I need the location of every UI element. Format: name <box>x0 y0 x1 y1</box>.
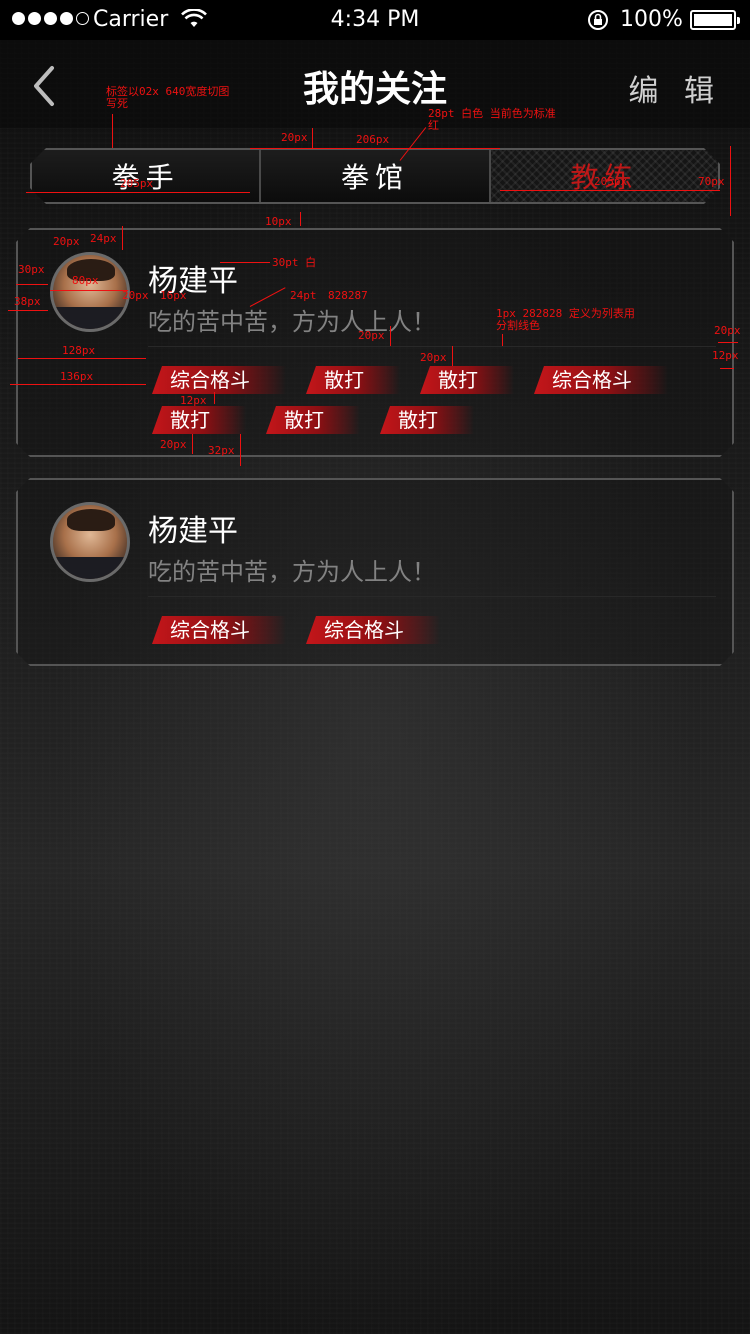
spec-note: 205px <box>594 175 628 188</box>
tag-mma[interactable]: 综合格斗 <box>152 366 286 394</box>
spec-note: 20px <box>358 329 385 342</box>
spec-line <box>122 226 123 250</box>
divider <box>148 346 716 347</box>
tab-boxers[interactable]: 拳手 <box>32 150 259 202</box>
spec-note: 10px <box>265 215 292 228</box>
spec-note: 206px <box>356 133 390 146</box>
spec-line <box>720 368 734 369</box>
battery-percentage: 100% <box>620 7 683 32</box>
spec-line <box>718 342 738 343</box>
spec-note: 32px <box>208 444 235 457</box>
rotation-lock-icon <box>588 10 608 30</box>
spec-note: 红 <box>428 119 439 132</box>
tag-sanda[interactable]: 散打 <box>152 406 246 434</box>
spec-note: 1px 282828 定义为列表用 <box>496 307 635 320</box>
coach-name: 杨建平 <box>148 514 238 549</box>
avatar <box>50 502 130 582</box>
spec-line <box>502 334 503 346</box>
spec-line <box>10 384 146 385</box>
spec-line <box>8 310 48 311</box>
divider <box>148 596 716 597</box>
spec-line <box>730 146 731 216</box>
spec-note: 20px <box>714 324 741 337</box>
spec-note: 70px <box>698 175 725 188</box>
spec-line <box>250 148 500 149</box>
coach-card[interactable]: 杨建平 吃的苦中苦，方为人上人！ 综合格斗 综合格斗 <box>16 478 734 666</box>
tag-mma[interactable]: 综合格斗 <box>306 616 440 644</box>
spec-note: 38px <box>14 295 41 308</box>
spec-line <box>452 346 453 366</box>
spec-note: 30pt 白 <box>272 256 317 269</box>
spec-line <box>300 212 301 226</box>
tag-mma[interactable]: 综合格斗 <box>534 366 668 394</box>
coach-motto: 吃的苦中苦，方为人上人！ <box>148 308 436 336</box>
spec-line <box>390 326 391 346</box>
spec-note: 20px <box>53 235 80 248</box>
coach-card[interactable]: 杨建平 吃的苦中苦，方为人上人！ 综合格斗 散打 散打 综合格斗 散打 散打 散… <box>16 228 734 457</box>
spec-note: 128px <box>62 344 96 357</box>
tag-sanda[interactable]: 散打 <box>266 406 360 434</box>
spec-note: 20px <box>281 131 308 144</box>
avatar <box>50 252 130 332</box>
spec-note: 分割线色 <box>496 319 540 332</box>
spec-note: 828287 <box>328 289 368 302</box>
spec-line <box>214 392 215 404</box>
spec-note: 标签以02x 640宽度切图 <box>106 85 230 98</box>
spec-note: 16px <box>160 289 187 302</box>
battery-icon <box>690 10 740 30</box>
spec-line <box>50 290 128 291</box>
spec-note: 24pt <box>290 289 317 302</box>
spec-line <box>192 434 193 454</box>
spec-note: 24px <box>90 232 117 245</box>
spec-line <box>16 284 48 285</box>
tag-sanda[interactable]: 散打 <box>306 366 400 394</box>
spec-note: 写死 <box>106 97 128 110</box>
tab-gyms[interactable]: 拳馆 <box>259 150 488 202</box>
tag-list: 综合格斗 散打 散打 综合格斗 散打 散打 散打 <box>152 366 712 434</box>
spec-note: 28pt 白色 当前色为标准 <box>428 107 556 120</box>
spec-note: 20px <box>160 438 187 451</box>
spec-line <box>112 114 113 148</box>
spec-note: 20px <box>420 351 447 364</box>
tag-mma[interactable]: 综合格斗 <box>152 616 286 644</box>
spec-note: 205px <box>120 177 154 190</box>
spec-note: 20px <box>122 289 149 302</box>
spec-line <box>312 128 313 148</box>
spec-note: 12px <box>180 394 207 407</box>
spec-note: 12px <box>712 349 739 362</box>
spec-note: 30px <box>18 263 45 276</box>
coach-motto: 吃的苦中苦，方为人上人！ <box>148 558 436 586</box>
tag-sanda[interactable]: 散打 <box>380 406 474 434</box>
spec-line <box>240 434 241 466</box>
spec-note: 80px <box>72 274 99 287</box>
spec-line <box>26 192 250 193</box>
spec-line <box>220 262 270 263</box>
status-bar: Carrier 4:34 PM 100% <box>0 0 750 40</box>
spec-note: 136px <box>60 370 94 383</box>
spec-line <box>18 358 146 359</box>
edit-button[interactable]: 编 辑 <box>628 66 722 110</box>
spec-line <box>500 190 720 191</box>
tag-list: 综合格斗 综合格斗 <box>152 616 712 644</box>
tag-sanda[interactable]: 散打 <box>420 366 514 394</box>
